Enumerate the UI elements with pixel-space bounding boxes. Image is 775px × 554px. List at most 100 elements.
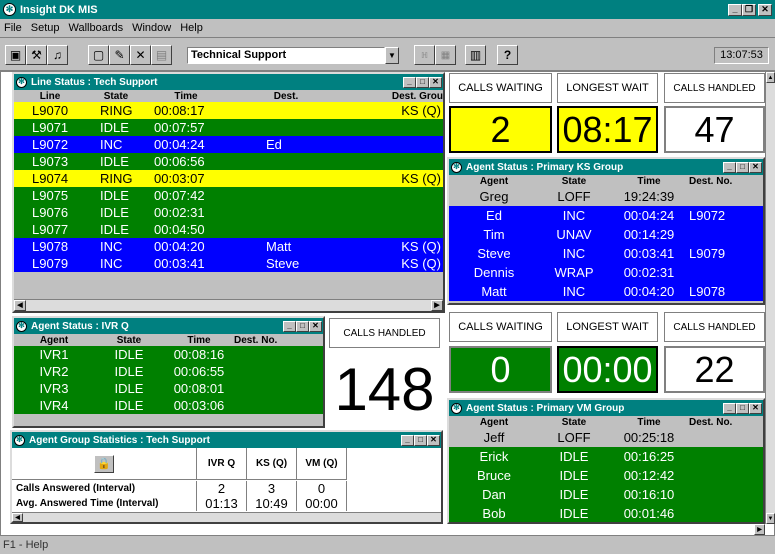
clock: 13:07:53: [714, 47, 769, 64]
menu-wallboards[interactable]: Wallboards: [68, 22, 123, 34]
cell-state: IDLE: [114, 364, 144, 379]
maximize-icon[interactable]: □: [414, 434, 427, 446]
cell-time: 00:08:01: [173, 381, 225, 396]
table-row[interactable]: L9078 INC 00:04:20 Matt KS (Q): [14, 238, 443, 255]
table-row[interactable]: Dan IDLE 00:16:10: [449, 485, 763, 504]
ks-longest-wait-label: LONGEST WAIT: [557, 73, 658, 103]
table-row[interactable]: L9077 IDLE 00:04:50: [14, 221, 443, 238]
cell-dest-group: KS (Q): [401, 171, 441, 186]
table-row[interactable]: Tim UNAV 00:14:29: [449, 225, 763, 244]
clock-value: 13:07:53: [720, 49, 763, 61]
lock-icon[interactable]: 🔒: [94, 454, 114, 473]
vm-calls-handled-label: CALLS HANDLED: [664, 312, 765, 342]
close-icon[interactable]: ✕: [429, 76, 442, 88]
table-row[interactable]: Greg LOFF 19:24:39: [449, 187, 763, 206]
table-row[interactable]: IVR4 IDLE 00:03:06: [14, 397, 323, 414]
minimize-icon[interactable]: _: [283, 320, 296, 332]
table-row[interactable]: L9075 IDLE 00:07:42: [14, 187, 443, 204]
cell-state: INC: [100, 256, 123, 271]
agent-ks-window: ✻ Agent Status : Primary KS Group _ □ ✕ …: [447, 157, 765, 305]
menu-help[interactable]: Help: [180, 22, 203, 34]
table-row[interactable]: Bruce IDLE 00:12:42: [449, 466, 763, 485]
table-row[interactable]: L9079 INC 00:03:41 Steve KS (Q): [14, 255, 443, 272]
cell-dest-no: L9078: [689, 284, 726, 299]
group-select[interactable]: Technical Support: [187, 47, 385, 64]
agent-ivr-window: ✻ Agent Status : IVR Q _ □ ✕ Agent State…: [12, 316, 325, 428]
table-row[interactable]: IVR2 IDLE 00:06:55: [14, 363, 323, 380]
close-icon[interactable]: ✕: [309, 320, 322, 332]
menu-window[interactable]: Window: [132, 22, 171, 34]
table-row[interactable]: Bob IDLE 00:01:46: [449, 504, 763, 522]
close-icon[interactable]: ✕: [749, 402, 762, 414]
horizontal-scrollbar[interactable]: ◀: [12, 512, 441, 522]
cell-dest-group: KS (Q): [401, 103, 441, 118]
stat-value: 2: [197, 481, 247, 496]
close-icon[interactable]: ✕: [749, 161, 762, 173]
maximize-icon[interactable]: □: [416, 76, 429, 88]
minimize-icon[interactable]: _: [723, 161, 736, 173]
cell-state: IDLE: [100, 205, 129, 220]
stat-value: 10:49: [247, 496, 297, 511]
new-document-icon[interactable]: ▢: [88, 45, 109, 65]
scroll-up-icon[interactable]: ▲: [766, 72, 775, 83]
delete-icon[interactable]: ✕: [130, 45, 151, 65]
menu-file[interactable]: File: [4, 22, 22, 34]
menu-setup[interactable]: Setup: [31, 22, 60, 34]
scroll-down-icon[interactable]: ▼: [766, 513, 775, 524]
minimize-icon[interactable]: _: [401, 434, 414, 446]
setup-tool-icon[interactable]: ⚒: [26, 45, 47, 65]
help-icon[interactable]: ?: [497, 45, 518, 65]
table-row[interactable]: Dennis WRAP 00:02:31: [449, 263, 763, 282]
table-row[interactable]: Jeff LOFF 00:25:18: [449, 428, 763, 447]
stat-value: 3: [247, 481, 297, 496]
save-icon[interactable]: ▤: [151, 45, 172, 65]
table-row[interactable]: L9076 IDLE 00:02:31: [14, 204, 443, 221]
cell-time: 00:16:25: [623, 449, 675, 464]
vertical-scrollbar[interactable]: ▲ ▼: [765, 72, 775, 524]
cell-agent: IVR1: [39, 347, 69, 362]
table-row[interactable]: L9070 RING 00:08:17 KS (Q): [14, 102, 443, 119]
minimize-icon[interactable]: _: [403, 76, 416, 88]
scroll-right-icon[interactable]: ▶: [431, 300, 443, 311]
edit-document-icon[interactable]: ✎: [109, 45, 130, 65]
scroll-right-icon[interactable]: ▶: [754, 524, 765, 535]
table-row[interactable]: Steve INC 00:03:41 L9079: [449, 244, 763, 263]
table-row[interactable]: Matt INC 00:04:20 L9078: [449, 282, 763, 301]
maximize-icon[interactable]: □: [296, 320, 309, 332]
scroll-left-icon[interactable]: ◀: [12, 513, 23, 522]
cell-state: INC: [562, 246, 586, 261]
cell-agent: Greg: [479, 189, 509, 204]
dropdown-arrow-icon[interactable]: ▼: [385, 47, 399, 64]
table-row[interactable]: Ed INC 00:04:24 L9072: [449, 206, 763, 225]
minimize-icon[interactable]: _: [728, 3, 742, 16]
grid-view-icon[interactable]: ▦: [435, 45, 456, 65]
table-row[interactable]: L9071 IDLE 00:07:57: [14, 119, 443, 136]
table-row[interactable]: IVR1 IDLE 00:08:16: [14, 346, 323, 363]
cell-line: L9079: [32, 256, 69, 271]
col-agent: Agent: [39, 334, 69, 346]
col-dest-no: Dest. No.: [689, 416, 733, 428]
table-row[interactable]: IVR3 IDLE 00:08:01: [14, 380, 323, 397]
horizontal-scrollbar[interactable]: ◀ ▶: [14, 299, 443, 311]
report-icon[interactable]: ▥: [465, 45, 486, 65]
cell-state: IDLE: [100, 120, 129, 135]
alarm-bell-icon[interactable]: ♫: [47, 45, 68, 65]
restore-icon[interactable]: ❐: [742, 3, 756, 16]
wallboard-icon[interactable]: ▣: [5, 45, 26, 65]
cell-time: 00:12:42: [623, 468, 675, 483]
window-icon: ✻: [451, 161, 462, 173]
cell-state: IDLE: [100, 188, 129, 203]
table-row[interactable]: L9072 INC 00:04:24 Ed: [14, 136, 443, 153]
scroll-left-icon[interactable]: ◀: [14, 300, 26, 311]
bar-chart-icon[interactable]: ℍ: [414, 45, 435, 65]
maximize-icon[interactable]: □: [736, 161, 749, 173]
table-row[interactable]: L9073 IDLE 00:06:56: [14, 153, 443, 170]
table-row[interactable]: Erick IDLE 00:16:25: [449, 447, 763, 466]
window-icon: ✻: [16, 320, 27, 332]
minimize-icon[interactable]: _: [723, 402, 736, 414]
maximize-icon[interactable]: □: [736, 402, 749, 414]
lock-cell: 🔒: [12, 448, 197, 480]
close-icon[interactable]: ✕: [427, 434, 440, 446]
table-row[interactable]: L9074 RING 00:03:07 KS (Q): [14, 170, 443, 187]
close-icon[interactable]: ✕: [758, 3, 772, 16]
